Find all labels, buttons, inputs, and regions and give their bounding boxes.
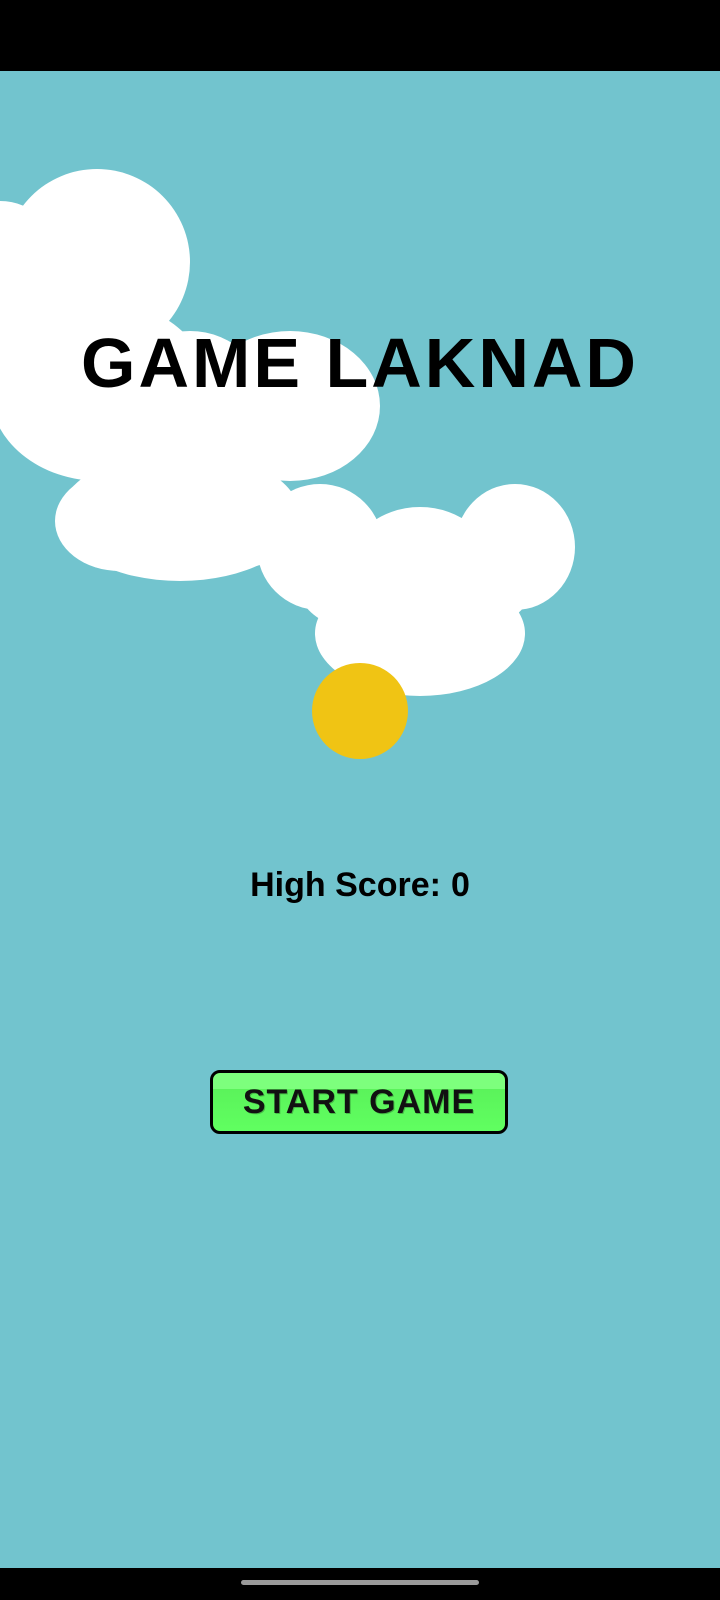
status-bar	[0, 0, 720, 71]
game-area[interactable]: GAME LAKNAD High Score: 0 START GAME	[0, 71, 720, 1568]
start-game-button[interactable]: START GAME	[210, 1070, 508, 1134]
high-score-label: High Score:	[250, 866, 441, 904]
game-title: GAME LAKNAD	[81, 324, 639, 402]
high-score-value: 0	[450, 866, 470, 904]
high-score: High Score: 0	[0, 866, 720, 905]
yellow-ball-icon	[312, 663, 408, 759]
game-screen: GAME LAKNAD High Score: 0 START GAME	[0, 0, 720, 1600]
navigation-bar	[0, 1568, 720, 1600]
home-indicator[interactable]	[241, 1580, 479, 1585]
